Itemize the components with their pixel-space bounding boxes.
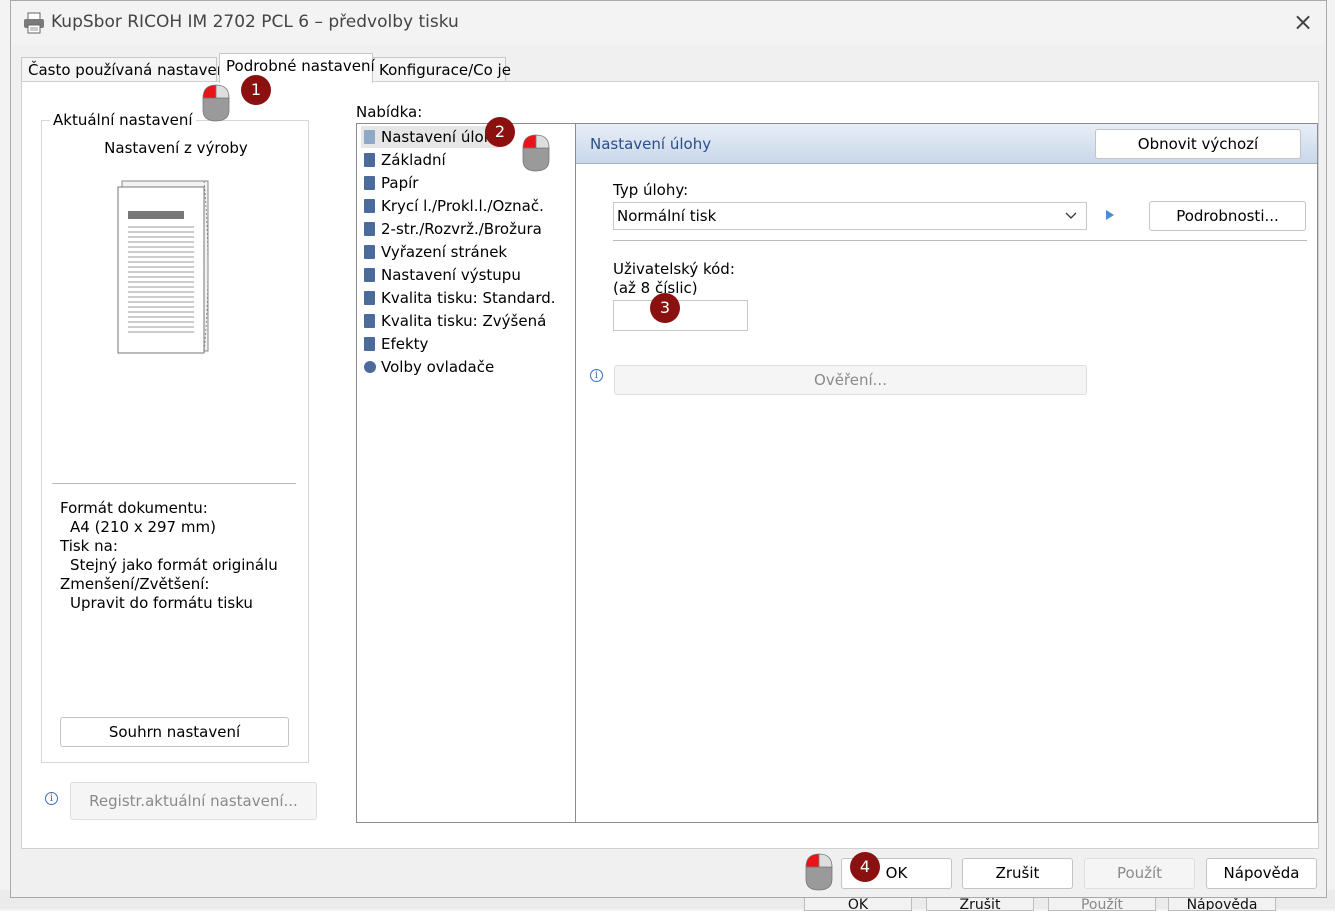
mouse-click-icon [522, 134, 550, 172]
menu-item-output[interactable]: Nastavení výstupu [361, 264, 521, 286]
pane-header: Nastavení úlohy Obnovit výchozí [576, 124, 1317, 164]
annotation-badge-3: 3 [650, 293, 680, 323]
menu-item-label: Krycí l./Prokl.l./Označ. [381, 197, 544, 215]
quality-standard-icon [364, 291, 375, 305]
mouse-click-icon [202, 84, 230, 122]
help-button[interactable]: Nápověda [1206, 858, 1317, 889]
tab-panel: Aktuální nastavení Nastavení z výroby Fo… [21, 81, 1319, 849]
menu-item-job-settings[interactable]: Nastavení úlohy [361, 126, 503, 148]
section-divider [613, 240, 1307, 241]
menu-item-label: Volby ovladače [381, 358, 495, 376]
title-bar: KupSbor RICOH IM 2702 PCL 6 – předvolby … [11, 1, 1326, 45]
document-preview-icon [117, 180, 209, 354]
effects-icon [364, 337, 375, 351]
close-icon[interactable]: × [1289, 9, 1317, 37]
annotation-badge-1: 1 [241, 75, 271, 105]
print-on-label: Tisk na: [60, 537, 118, 555]
reset-defaults-button[interactable]: Obnovit výchozí [1095, 129, 1301, 159]
group-divider [52, 483, 296, 484]
print-on-value: Stejný jako formát originálu [70, 556, 278, 574]
quality-advanced-icon [364, 314, 375, 328]
cancel-button[interactable]: Zrušit [962, 858, 1073, 889]
menu-item-basic[interactable]: Základní [361, 149, 446, 171]
settings-summary-button[interactable]: Souhrn nastavení [60, 717, 289, 747]
play-arrow-icon [1106, 210, 1114, 220]
cover-icon [364, 199, 375, 213]
menu-item-label: Efekty [381, 335, 429, 353]
menu-label: Nabídka: [356, 103, 423, 121]
page-exclusion-icon [364, 245, 375, 259]
menu-item-label: Kvalita tisku: Zvýšená [381, 312, 547, 330]
menu-item-label: Papír [381, 174, 419, 192]
user-code-hint: (až 8 číslic) [613, 279, 698, 297]
document-format-value: A4 (210 x 297 mm) [70, 518, 216, 536]
preset-label: Nastavení z výroby [104, 139, 248, 157]
menu-item-driver-options[interactable]: Volby ovladače [361, 356, 494, 378]
info-icon: i [590, 369, 603, 382]
output-icon [364, 268, 375, 282]
job-type-value: Normální tisk [617, 207, 717, 225]
annotation-badge-2: 2 [485, 117, 515, 147]
menu-item-label: 2-str./Rozvrž./Brožura [381, 220, 542, 238]
job-settings-pane: Nastavení úlohy Obnovit výchozí Typ úloh… [575, 123, 1318, 823]
duplex-icon [364, 222, 375, 236]
menu-item-page-exclusion[interactable]: Vyřazení stránek [361, 241, 507, 263]
job-type-select[interactable]: Normální tisk [613, 202, 1087, 230]
print-preferences-dialog: KupSbor RICOH IM 2702 PCL 6 – předvolby … [10, 0, 1327, 898]
tab-frequent-settings[interactable]: Často používaná nastavení [21, 57, 230, 83]
job-settings-icon [364, 130, 375, 144]
details-button[interactable]: Podrobnosti... [1149, 201, 1306, 231]
basic-icon [364, 153, 375, 167]
menu-item-quality-advanced[interactable]: Kvalita tisku: Zvýšená [361, 310, 546, 332]
user-code-label: Uživatelský kód: [613, 260, 735, 278]
tab-detailed-settings[interactable]: Podrobné nastavení [219, 53, 375, 83]
menu-item-duplex-layout[interactable]: 2-str./Rozvrž./Brožura [361, 218, 542, 240]
menu-item-effects[interactable]: Efekty [361, 333, 428, 355]
info-icon: i [45, 792, 58, 805]
window-title: KupSbor RICOH IM 2702 PCL 6 – předvolby … [51, 12, 459, 32]
scale-value: Upravit do formátu tisku [70, 594, 253, 612]
current-settings-group: Aktuální nastavení Nastavení z výroby Fo… [41, 111, 309, 763]
menu-item-label: Vyřazení stránek [381, 243, 508, 261]
document-format-label: Formát dokumentu: [60, 499, 208, 517]
menu-item-quality-standard[interactable]: Kvalita tisku: Standard. [361, 287, 556, 309]
scale-label: Zmenšení/Zvětšení: [60, 575, 210, 593]
register-current-settings-button[interactable]: Registr.aktuální nastavení... [70, 782, 317, 820]
tab-configuration[interactable]: Konfigurace/Co je [372, 57, 511, 83]
mouse-click-icon [805, 853, 833, 891]
menu-list: Nastavení úlohy Základní Papír Krycí l./… [356, 123, 576, 823]
job-type-label: Typ úlohy: [613, 181, 689, 199]
menu-item-paper[interactable]: Papír [361, 172, 418, 194]
menu-item-label: Základní [381, 151, 446, 169]
authentication-button[interactable]: Ověření... [614, 365, 1087, 395]
paper-icon [364, 176, 375, 190]
printer-icon [24, 12, 44, 34]
chevron-down-icon [1065, 212, 1077, 219]
gear-icon [364, 361, 376, 373]
annotation-badge-4: 4 [850, 852, 880, 882]
menu-item-label: Nastavení úlohy [381, 128, 503, 146]
pane-title: Nastavení úlohy [590, 135, 712, 153]
current-settings-title: Aktuální nastavení [50, 111, 196, 129]
menu-item-cover[interactable]: Krycí l./Prokl.l./Označ. [361, 195, 544, 217]
menu-item-label: Kvalita tisku: Standard. [381, 289, 556, 307]
menu-item-label: Nastavení výstupu [381, 266, 521, 284]
user-code-input[interactable] [613, 300, 748, 331]
apply-button[interactable]: Použít [1084, 858, 1195, 889]
